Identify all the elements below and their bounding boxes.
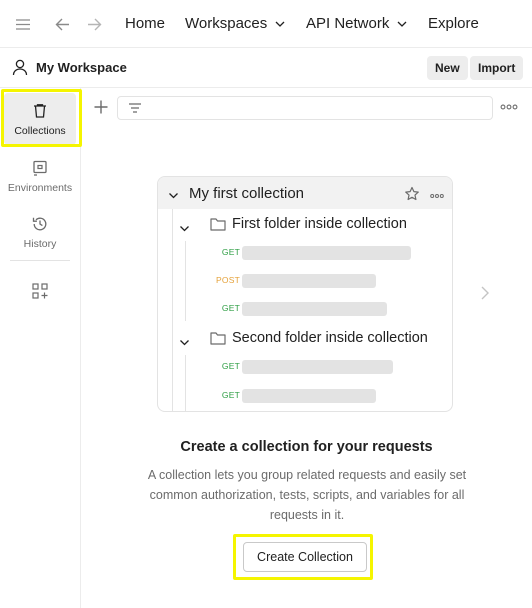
empty-state-description: A collection lets you group related requ… [147, 468, 467, 522]
filter-lines-icon [128, 101, 142, 115]
request-placeholder-bar [242, 274, 376, 288]
sidebar-item-label: Collections [14, 125, 66, 137]
request-method: GET [221, 361, 240, 371]
new-button[interactable]: New [427, 56, 468, 80]
sidebar-item-collections[interactable]: Collections [4, 93, 76, 145]
request-row: GET [158, 301, 452, 317]
request-row: GET [158, 359, 452, 375]
filter-search-box[interactable] [117, 96, 493, 120]
top-navigation-bar: Home Workspaces API Network Explore [0, 0, 532, 48]
folder-label: Second folder inside collection [232, 330, 428, 346]
folder-row: First folder inside collection [158, 213, 452, 239]
arrow-right-icon[interactable] [84, 14, 104, 34]
request-method: GET [221, 390, 240, 400]
more-horizontal-icon [430, 188, 444, 198]
request-method: POST [216, 275, 240, 285]
sidebar-divider [10, 260, 70, 261]
collection-title: My first collection [189, 185, 305, 202]
folder-row: Second folder inside collection [158, 327, 452, 353]
workspace-header: My Workspace New Import [0, 48, 532, 88]
empty-state-title: Create a collection for your requests [180, 439, 433, 455]
sidebar-item-history[interactable]: History [4, 206, 76, 258]
nav-api-network-label: API Network [306, 15, 390, 32]
folder-icon [210, 331, 226, 345]
environment-icon [31, 159, 49, 177]
request-placeholder-bar [242, 246, 411, 260]
request-method: GET [221, 303, 240, 313]
sidebar-item-label: Environments [7, 182, 73, 194]
history-clock-icon [31, 215, 49, 233]
apps-grid-add-icon[interactable] [31, 282, 49, 300]
create-collection-button[interactable]: Create Collection [243, 542, 367, 572]
hamburger-menu-icon[interactable] [13, 14, 33, 34]
chevron-down-icon [168, 188, 179, 199]
nav-workspaces-label: Workspaces [185, 15, 268, 32]
chevron-down-icon [179, 335, 190, 346]
user-icon [11, 58, 29, 76]
import-button[interactable]: Import [470, 56, 524, 80]
nav-api-network[interactable]: API Network [306, 14, 408, 34]
nav-home[interactable]: Home [125, 14, 165, 34]
chevron-right-icon[interactable] [478, 284, 492, 302]
nav-workspaces[interactable]: Workspaces [185, 14, 286, 34]
request-placeholder-bar [242, 360, 393, 374]
filter-input[interactable] [150, 99, 480, 117]
chevron-down-icon [179, 221, 190, 232]
nav-home-label: Home [125, 15, 166, 32]
nav-explore[interactable]: Explore [428, 14, 479, 34]
folder-icon [210, 217, 226, 231]
plus-icon[interactable] [92, 98, 110, 116]
folder-label: First folder inside collection [232, 216, 407, 232]
request-row: GET [158, 388, 452, 404]
star-icon [404, 186, 420, 202]
sidebar-item-environments[interactable]: Environments [4, 150, 76, 202]
request-placeholder-bar [242, 389, 376, 403]
collection-preview-card: My first collection First folder inside … [157, 176, 453, 412]
request-method: GET [221, 247, 240, 257]
collection-header-row: My first collection [158, 177, 452, 209]
chevron-down-icon [396, 18, 408, 30]
request-placeholder-bar [242, 302, 387, 316]
request-row: GET [158, 245, 452, 261]
nav-explore-label: Explore [428, 15, 479, 32]
collections-icon [31, 102, 49, 120]
workspace-name[interactable]: My Workspace [36, 59, 127, 77]
sidebar-item-label: History [23, 238, 57, 250]
chevron-down-icon [274, 18, 286, 30]
arrow-left-icon[interactable] [52, 14, 72, 34]
request-row: POST [158, 273, 452, 289]
more-horizontal-icon[interactable] [500, 100, 518, 114]
